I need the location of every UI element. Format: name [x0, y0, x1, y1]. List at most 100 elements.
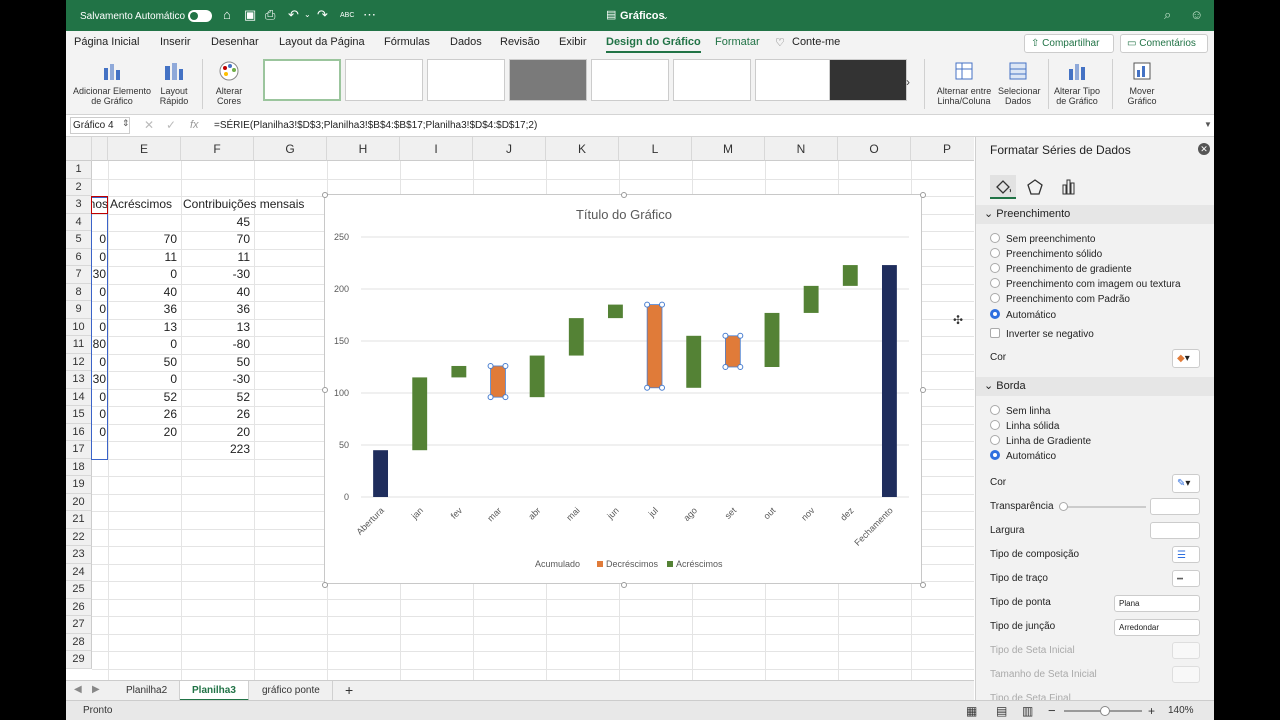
- row-header-15[interactable]: 15: [66, 406, 92, 424]
- zoom-in-icon[interactable]: +: [1148, 701, 1155, 720]
- selection-handle[interactable]: [722, 364, 729, 370]
- zoom-level[interactable]: 140%: [1168, 701, 1194, 720]
- column-header-g[interactable]: G: [254, 137, 327, 161]
- row-header-7[interactable]: 7: [66, 266, 92, 284]
- cell-e15[interactable]: 26: [108, 406, 177, 423]
- page-layout-view-icon[interactable]: ▤: [996, 701, 1007, 720]
- column-header-n[interactable]: N: [765, 137, 838, 161]
- cap-type-select[interactable]: Plana: [1114, 595, 1200, 612]
- cell-f4[interactable]: 45: [181, 214, 250, 231]
- undo-dropdown-icon[interactable]: ⌄: [304, 8, 311, 22]
- bar-acrescimo[interactable]: [764, 312, 780, 367]
- row-header-22[interactable]: 22: [66, 528, 92, 546]
- cell-f9[interactable]: 36: [181, 301, 250, 318]
- row-header-28[interactable]: 28: [66, 633, 92, 651]
- sheet-tab-grafico-ponte[interactable]: gráfico ponte: [250, 681, 333, 701]
- gallery-next-icon[interactable]: ›: [906, 75, 910, 89]
- row-header-9[interactable]: 9: [66, 301, 92, 319]
- name-box-stepper-icon[interactable]: ⇕: [122, 118, 130, 129]
- row-header-23[interactable]: 23: [66, 546, 92, 564]
- close-icon[interactable]: ✕: [1198, 143, 1210, 155]
- transparency-slider[interactable]: [1062, 506, 1146, 508]
- row-header-29[interactable]: 29: [66, 651, 92, 669]
- column-header-k[interactable]: K: [546, 137, 619, 161]
- chart-style-7[interactable]: [755, 59, 833, 101]
- transparency-slider-thumb[interactable]: [1059, 502, 1068, 511]
- home-icon[interactable]: ⌂: [223, 8, 231, 22]
- cell-e13[interactable]: 0: [108, 371, 177, 388]
- column-header-m[interactable]: M: [692, 137, 765, 161]
- column-header-d[interactable]: [92, 137, 108, 161]
- fill-option-solid[interactable]: Preenchimento sólido: [990, 248, 1102, 261]
- bar-decrescimo[interactable]: [725, 335, 741, 368]
- row-header-4[interactable]: 4: [66, 213, 92, 231]
- cell-f16[interactable]: 20: [181, 424, 250, 441]
- spellcheck-icon[interactable]: ABC: [340, 9, 354, 23]
- chart-resize-handle[interactable]: [621, 582, 627, 588]
- tab-home[interactable]: Página Inicial: [74, 36, 139, 48]
- waterfall-chart[interactable]: Título do Gráfico 0 50 100 150 200 250 Abertura…: [322, 192, 926, 588]
- tab-view[interactable]: Exibir: [559, 36, 587, 48]
- radio-button[interactable]: [990, 405, 1000, 415]
- prev-sheet-icon[interactable]: ◀: [74, 684, 82, 695]
- row-header-26[interactable]: 26: [66, 598, 92, 616]
- print-icon[interactable]: ⎙: [265, 8, 275, 22]
- radio-button[interactable]: [990, 435, 1000, 445]
- move-chart-button[interactable]: Mover Gráfico: [1120, 57, 1164, 106]
- cell-e3[interactable]: Acréscimos: [110, 196, 172, 213]
- worksheet-grid[interactable]: E F G H I J K L M N O P 1 2 3 4 5 6 7 8 9 10 11 12 13 14 15 16 17 18 1…: [66, 137, 974, 680]
- column-header-l[interactable]: L: [619, 137, 692, 161]
- radio-button[interactable]: [990, 278, 1000, 288]
- account-icon[interactable]: ☺: [1190, 8, 1203, 22]
- fill-line-tab[interactable]: [990, 175, 1016, 199]
- selection-handle[interactable]: [659, 384, 666, 391]
- border-option-gradient[interactable]: Linha de Gradiente: [990, 435, 1091, 448]
- bar-acrescimo[interactable]: [529, 355, 545, 398]
- select-all-corner[interactable]: [66, 137, 92, 161]
- cell-e8[interactable]: 40: [108, 284, 177, 301]
- row-header-21[interactable]: 21: [66, 511, 92, 529]
- cell-f6[interactable]: 11: [181, 249, 250, 266]
- transparency-input[interactable]: [1150, 498, 1200, 515]
- border-color-picker[interactable]: ✎▾: [1172, 474, 1200, 493]
- border-section-header[interactable]: ⌄ Borda: [976, 377, 1214, 396]
- bar-acumulado[interactable]: [881, 265, 897, 497]
- add-chart-element-button[interactable]: Adicionar Elemento de Gráfico: [70, 57, 154, 106]
- tell-me-icon[interactable]: ♡: [775, 36, 785, 49]
- row-header-13[interactable]: 13: [66, 371, 92, 389]
- fill-option-gradient[interactable]: Preenchimento de gradiente: [990, 263, 1132, 276]
- sheet-tab-planilha3[interactable]: Planilha3: [180, 681, 249, 701]
- cell-e11[interactable]: 0: [108, 336, 177, 353]
- autosave-toggle[interactable]: [188, 10, 212, 22]
- zoom-slider-thumb[interactable]: [1100, 706, 1110, 716]
- cell-e16[interactable]: 20: [108, 424, 177, 441]
- bar-acumulado[interactable]: [373, 450, 389, 497]
- selection-handle[interactable]: [502, 362, 509, 369]
- checkbox[interactable]: [990, 328, 1000, 338]
- bar-acrescimo[interactable]: [686, 335, 702, 388]
- radio-button-selected[interactable]: [990, 450, 1000, 460]
- formula-input[interactable]: =SÉRIE(Planilha3!$D$3;Planilha3!$B$4:$B$…: [214, 120, 537, 131]
- chart-style-2[interactable]: [345, 59, 423, 101]
- selection-handle[interactable]: [502, 394, 509, 401]
- row-header-17[interactable]: 17: [66, 441, 92, 459]
- cell-f11[interactable]: -80: [181, 336, 250, 353]
- fill-option-automatic[interactable]: Automático: [990, 309, 1056, 322]
- expand-formula-icon[interactable]: ▼: [1204, 120, 1212, 129]
- chart-resize-handle[interactable]: [322, 192, 328, 198]
- bar-acrescimo[interactable]: [568, 318, 584, 356]
- add-sheet-icon[interactable]: +: [345, 682, 353, 698]
- chart-resize-handle[interactable]: [621, 192, 627, 198]
- bar-acrescimo[interactable]: [412, 377, 428, 451]
- invert-if-negative[interactable]: Inverter se negativo: [990, 328, 1094, 341]
- selection-handle[interactable]: [737, 364, 744, 370]
- row-header-25[interactable]: 25: [66, 581, 92, 599]
- cell-f14[interactable]: 52: [181, 389, 250, 406]
- column-header-j[interactable]: J: [473, 137, 546, 161]
- radio-button-selected[interactable]: [990, 309, 1000, 319]
- normal-view-icon[interactable]: ▦: [966, 701, 977, 720]
- workbook-title[interactable]: Gráficos: [620, 10, 665, 22]
- chart-style-4[interactable]: [509, 59, 587, 101]
- search-icon[interactable]: ⌕: [1164, 8, 1171, 22]
- cell-f12[interactable]: 50: [181, 354, 250, 371]
